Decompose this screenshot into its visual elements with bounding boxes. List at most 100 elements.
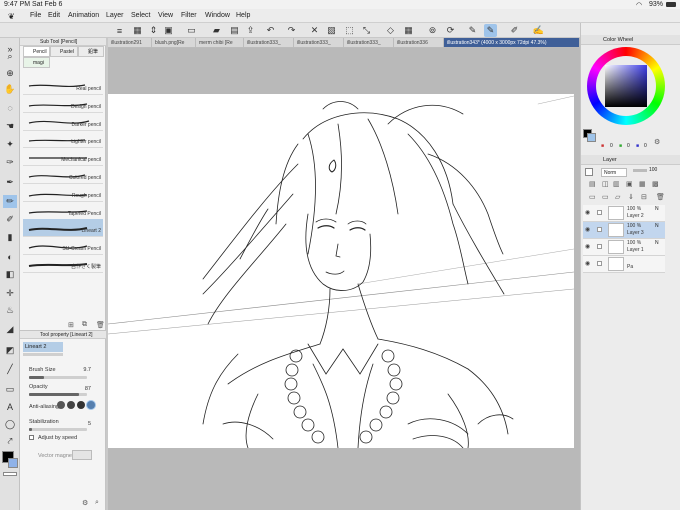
layer-row[interactable]: ◉ 100 % N Layer 3 — [583, 222, 665, 239]
menu-filter[interactable]: Filter — [181, 12, 197, 19]
menu-layer[interactable]: Layer — [106, 12, 124, 19]
layer-checkbox[interactable] — [597, 261, 602, 266]
text-icon[interactable]: A — [3, 400, 17, 413]
undo-icon[interactable]: ↶ — [264, 24, 277, 37]
hand2-icon[interactable]: ☚ — [3, 120, 17, 133]
canvas-tab[interactable]: illustration333_ — [244, 38, 294, 47]
blend-mode-select[interactable]: Norm — [601, 168, 627, 177]
merge-down-icon[interactable]: ⇓ — [628, 193, 634, 201]
brush-item[interactable]: Darker pencil — [23, 113, 103, 131]
new-folder-icon[interactable]: ▱ — [615, 193, 620, 201]
zoom-icon[interactable]: ⌕ — [3, 50, 17, 63]
antialias-medium-icon[interactable] — [77, 401, 85, 409]
opacity-slider[interactable] — [29, 393, 87, 396]
layer-opacity-slider[interactable] — [633, 169, 647, 172]
layer-color-icon[interactable]: ▩ — [652, 180, 659, 188]
brush-item[interactable]: Lighter pencil — [23, 130, 103, 149]
red-value[interactable]: 0 — [610, 143, 613, 149]
export-icon[interactable]: ⇪ — [244, 24, 257, 37]
move-icon[interactable]: ⊕ — [3, 67, 17, 80]
cmd-panel-icon[interactable]: ▦ — [131, 24, 144, 37]
clear-icon[interactable]: ✕ — [308, 24, 321, 37]
canvas-tab-active[interactable]: illustration343* (4000 x 3000px 72dpi 47… — [444, 38, 580, 47]
menu-edit[interactable]: Edit — [48, 12, 60, 19]
canvas-tab[interactable]: illustration291 — [108, 38, 152, 47]
new-raster-icon[interactable]: ▭ — [589, 193, 596, 201]
fill-icon[interactable]: ▧ — [325, 24, 338, 37]
layer-row[interactable]: ◉ 100 % N Layer 1 — [583, 239, 665, 256]
canvas-tab[interactable]: illustration333_ — [294, 38, 344, 47]
brush-tool-icon[interactable]: ✐ — [3, 213, 17, 226]
brush-item[interactable]: Colored pencil — [23, 166, 103, 184]
copy-subtool-icon[interactable]: ⧉ — [82, 321, 87, 329]
merge-icon[interactable]: ⊟ — [641, 193, 647, 201]
transform-icon[interactable]: ⤡ — [360, 24, 373, 37]
line-icon[interactable]: ╱ — [3, 363, 17, 376]
menu-file[interactable]: File — [30, 12, 41, 19]
rotate-icon[interactable]: ⟳ — [444, 24, 457, 37]
correct-line-icon[interactable]: ⤤ — [3, 435, 17, 448]
fill-tool-icon[interactable]: ◐ — [3, 250, 17, 263]
balloon-icon[interactable]: ◯ — [3, 418, 17, 431]
subtool-tab-custom[interactable]: 鉛筆 — [78, 46, 104, 57]
search-icon[interactable]: ⌕ — [95, 499, 99, 507]
subtool-tab-pastel[interactable]: Pastel — [50, 46, 78, 57]
hamburger-icon[interactable]: ≡ — [113, 24, 126, 37]
airbrush-icon[interactable]: ▮ — [3, 231, 17, 244]
lasso-icon[interactable]: ⊚ — [426, 24, 439, 37]
layer-opacity-value[interactable]: 100 — [649, 167, 657, 173]
frame-icon[interactable]: ▭ — [3, 383, 17, 396]
menu-animation[interactable]: Animation — [68, 12, 99, 19]
menu-help[interactable]: Help — [236, 12, 250, 19]
brush-item[interactable]: Mechanical pencil — [23, 148, 103, 167]
layer-reference-icon[interactable]: ◫ — [602, 180, 609, 188]
save-icon[interactable]: ▤ — [228, 24, 241, 37]
brush-item[interactable]: Rough pencil — [23, 184, 103, 202]
eye-icon[interactable]: ◉ — [585, 209, 590, 216]
subtool-tab-pencil[interactable]: Pencil — [23, 46, 50, 57]
selection-icon[interactable]: ⬚ — [343, 24, 356, 37]
plus-icon[interactable]: ✛ — [3, 287, 17, 300]
adjust-speed-checkbox[interactable] — [29, 435, 34, 440]
open-folder-icon[interactable]: ▰ — [210, 24, 223, 37]
blend-icon[interactable]: ♨ — [3, 304, 17, 317]
hand-icon[interactable]: ✋ — [3, 83, 17, 96]
brush-item[interactable]: Tapered Pencil — [23, 202, 103, 220]
delete-layer-icon[interactable]: 🗑 — [656, 193, 665, 201]
layer-checkbox[interactable] — [597, 244, 602, 249]
saturation-value-square[interactable] — [605, 65, 647, 107]
settings-icon[interactable]: ⚙ — [82, 499, 88, 507]
layer-mask-icon[interactable]: ▥ — [613, 180, 620, 188]
pen-tool-icon[interactable]: ✒ — [3, 176, 17, 189]
brush-item[interactable]: Lineart 2 — [23, 219, 103, 238]
new-vector-icon[interactable]: ▭ — [602, 193, 609, 201]
layer-checkbox[interactable] — [597, 210, 602, 215]
eraser-icon[interactable]: ◧ — [3, 268, 17, 281]
eye-icon[interactable]: ◉ — [585, 226, 590, 233]
lock-alpha-icon[interactable]: ▦ — [639, 180, 646, 188]
figure-icon[interactable]: ◩ — [3, 344, 17, 357]
lasso-tool-icon[interactable]: ◌ — [3, 101, 17, 114]
brush-icon[interactable]: ✐ — [508, 24, 521, 37]
eye-icon[interactable]: ◉ — [585, 260, 590, 267]
edit-panel-icon[interactable]: ✍ — [532, 24, 545, 37]
brush-item[interactable]: SU-Cream Pencil — [23, 237, 103, 256]
menu-window[interactable]: Window — [205, 12, 230, 19]
layer-checkbox[interactable] — [597, 227, 602, 232]
chevron-updown-icon[interactable]: ⇕ — [147, 24, 160, 37]
canvas-area[interactable] — [108, 48, 580, 510]
cmd-gallery-icon[interactable]: ▣ — [162, 24, 175, 37]
layer-row[interactable]: ◉ Pa — [583, 256, 665, 273]
layer-row[interactable]: ◉ 100 % N Layer 2 — [583, 205, 665, 222]
eyedropper-icon[interactable]: ✑ — [3, 156, 17, 169]
transparent-swatch[interactable] — [3, 472, 17, 476]
sub-color-swatch[interactable] — [8, 458, 18, 468]
active-pen-icon[interactable]: ✎ — [484, 24, 497, 37]
menu-view[interactable]: View — [158, 12, 173, 19]
sparkle-icon[interactable]: ✦ — [3, 138, 17, 151]
new-canvas-icon[interactable]: ▭ — [185, 24, 198, 37]
stabilization-value[interactable]: 5 — [88, 421, 91, 427]
color-settings-icon[interactable]: ⚙ — [654, 138, 660, 146]
layer-clip-icon[interactable]: ▤ — [589, 180, 596, 188]
antialias-none-icon[interactable] — [57, 401, 65, 409]
